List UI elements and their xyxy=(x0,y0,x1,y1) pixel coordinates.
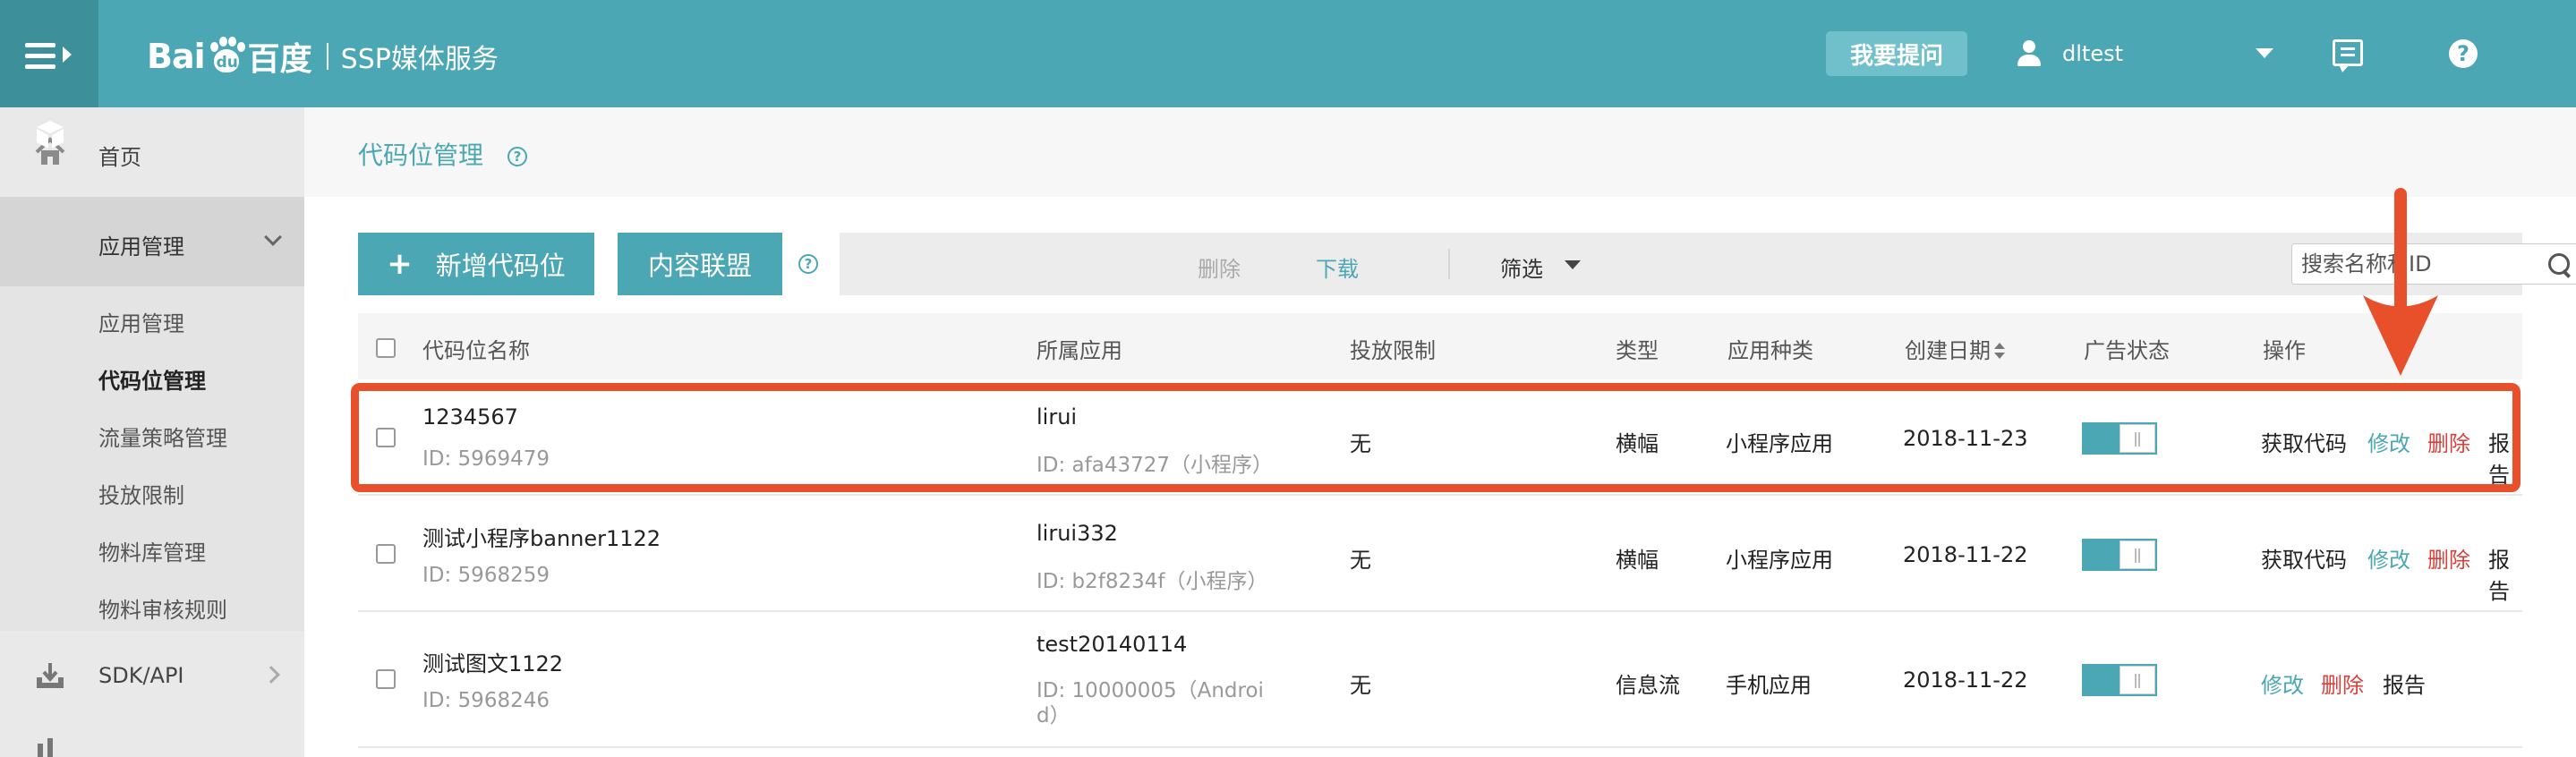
column-header-date-label: 创建日期 xyxy=(1905,338,1991,363)
user-menu[interactable]: dltest xyxy=(2016,31,2123,76)
page-header: 代码位管理 ? xyxy=(304,107,2576,197)
app-id: ID: b2f8234f（小程序） xyxy=(1036,570,1268,593)
filter-dropdown[interactable]: 筛选 xyxy=(1500,251,1543,283)
baidu-paw-icon: du xyxy=(207,37,246,76)
help-icon[interactable]: ? xyxy=(2449,39,2478,68)
top-header: Bai du 百度 SSP媒体服务 我要提问 dltest ? xyxy=(0,0,2576,107)
caret-right-icon xyxy=(63,47,72,63)
column-header-app-kind: 应用种类 xyxy=(1727,338,1813,363)
created-date: 2018-11-22 xyxy=(1903,668,2028,693)
content-union-button[interactable]: 内容联盟 xyxy=(618,233,782,295)
delete-link[interactable]: 删除 xyxy=(2321,668,2364,699)
app-name: lirui332 xyxy=(1036,521,1118,546)
annotation-arrow-icon xyxy=(2363,188,2438,376)
user-icon xyxy=(2016,40,2043,67)
chevron-down-icon[interactable] xyxy=(2256,48,2273,58)
app-id: ID: 10000005（Androi xyxy=(1036,679,1264,702)
chevron-down-icon xyxy=(264,228,282,246)
logo-text-bai: Bai xyxy=(147,37,206,76)
toggle-knob xyxy=(2120,540,2155,569)
column-header-status: 广告状态 xyxy=(2084,338,2170,363)
add-ad-slot-button[interactable]: + 新增代码位 xyxy=(358,233,594,295)
sidebar-subitem-ad-slot-management[interactable]: 代码位管理 xyxy=(98,363,206,395)
download-button[interactable]: 下载 xyxy=(1316,251,1359,283)
ad-slot-id: ID: 5968259 xyxy=(422,564,550,587)
help-circle-icon[interactable]: ? xyxy=(507,147,527,166)
sidebar-subitem-delivery-limit[interactable]: 投放限制 xyxy=(98,478,184,509)
sidebar-item-sdk-api[interactable]: SDK/API xyxy=(0,631,304,720)
ad-type: 信息流 xyxy=(1616,673,1680,698)
toggle-knob xyxy=(2120,666,2155,694)
sidebar-submenu: 应用管理 代码位管理 流量策略管理 投放限制 物料库管理 物料审核规则 xyxy=(0,286,304,631)
logo-text-du: du xyxy=(216,54,238,72)
column-header-actions: 操作 xyxy=(2263,338,2306,363)
table-toolbar: 删除 下载 筛选 xyxy=(840,233,2576,295)
sidebar-label-app-management: 应用管理 xyxy=(98,234,184,259)
table-header: 代码位名称 所属应用 投放限制 类型 应用种类 创建日期 广告状态 操作 xyxy=(358,313,2522,379)
sidebar-label-sdk-api: SDK/API xyxy=(98,663,184,688)
chevron-down-icon[interactable] xyxy=(1565,260,1581,269)
app-kind: 手机应用 xyxy=(1726,673,1812,698)
app-kind: 小程序应用 xyxy=(1726,548,1833,573)
delivery-limit: 无 xyxy=(1350,673,1371,698)
logo-separator xyxy=(326,43,328,70)
sidebar-item-next[interactable] xyxy=(0,720,304,757)
column-header-limit: 投放限制 xyxy=(1350,338,1436,363)
sort-icon xyxy=(1994,343,2005,361)
get-code-link[interactable]: 获取代码 xyxy=(2261,542,2347,574)
created-date: 2018-11-22 xyxy=(1903,542,2028,567)
cube-icon xyxy=(37,121,64,149)
report-link[interactable]: 报告 xyxy=(2383,668,2426,699)
ad-slot-name: 测试图文1122 xyxy=(422,651,564,676)
column-header-name: 代码位名称 xyxy=(422,338,530,363)
plus-icon: + xyxy=(387,246,413,282)
app-name: test20140114 xyxy=(1036,632,1188,657)
bulk-delete-button[interactable]: 删除 xyxy=(1198,251,1241,283)
row-checkbox[interactable] xyxy=(376,544,396,564)
toolbar-divider xyxy=(1448,249,1450,279)
baidu-logo[interactable]: Bai du 百度 SSP媒体服务 xyxy=(147,34,499,79)
delete-link[interactable]: 删除 xyxy=(2427,542,2470,574)
ask-question-button[interactable]: 我要提问 xyxy=(1826,31,1967,76)
ad-status-toggle[interactable] xyxy=(2082,664,2157,696)
table-row: 测试小程序banner1122 ID: 5968259 lirui332 ID:… xyxy=(358,496,2522,612)
ad-slot-name: 测试小程序banner1122 xyxy=(422,526,661,551)
logo-text-cn: 百度 xyxy=(247,41,312,78)
column-header-app: 所属应用 xyxy=(1036,338,1122,363)
select-all-checkbox[interactable] xyxy=(376,338,396,358)
search-icon[interactable] xyxy=(2548,253,2572,276)
sidebar-subitem-material-review-rules[interactable]: 物料审核规则 xyxy=(98,592,227,624)
chevron-right-icon xyxy=(262,666,280,684)
sidebar-label-home: 首页 xyxy=(98,145,141,170)
add-ad-slot-label: 新增代码位 xyxy=(435,251,566,281)
edit-link[interactable]: 修改 xyxy=(2367,542,2410,574)
report-link[interactable]: 报告 xyxy=(2488,542,2522,605)
username: dltest xyxy=(2062,41,2123,66)
row-checkbox[interactable] xyxy=(376,669,396,689)
product-name: SSP媒体服务 xyxy=(340,44,499,75)
sidebar: 首页 应用管理 应用管理 代码位管理 流量策略管理 投放限制 物料库管理 物料审… xyxy=(0,107,304,757)
help-circle-icon[interactable]: ? xyxy=(798,254,818,274)
sidebar-subitem-material-library[interactable]: 物料库管理 xyxy=(98,535,206,566)
sidebar-subitem-traffic-strategy[interactable]: 流量策略管理 xyxy=(98,421,227,452)
download-tray-icon xyxy=(37,663,64,688)
page-title: 代码位管理 ? xyxy=(358,136,527,172)
app-id-wrap: d） xyxy=(1036,704,1070,727)
sidebar-subitem-app-management[interactable]: 应用管理 xyxy=(98,306,184,337)
menu-toggle-button[interactable] xyxy=(0,0,98,107)
chart-icon xyxy=(38,738,53,757)
message-icon[interactable] xyxy=(2333,39,2363,72)
page-title-text: 代码位管理 xyxy=(358,140,484,170)
ad-status-toggle[interactable] xyxy=(2082,539,2157,571)
hamburger-icon xyxy=(25,43,55,75)
sidebar-item-app-management[interactable]: 应用管理 xyxy=(0,121,304,286)
ad-slot-id: ID: 5968246 xyxy=(422,689,550,712)
column-header-date[interactable]: 创建日期 xyxy=(1905,333,2005,364)
table-row: 测试图文1122 ID: 5968246 test20140114 ID: 10… xyxy=(358,612,2522,748)
delivery-limit: 无 xyxy=(1350,548,1371,573)
edit-link[interactable]: 修改 xyxy=(2261,668,2304,699)
ad-type: 横幅 xyxy=(1616,548,1659,573)
column-header-type: 类型 xyxy=(1616,338,1659,363)
annotation-highlight-box xyxy=(351,383,2521,492)
